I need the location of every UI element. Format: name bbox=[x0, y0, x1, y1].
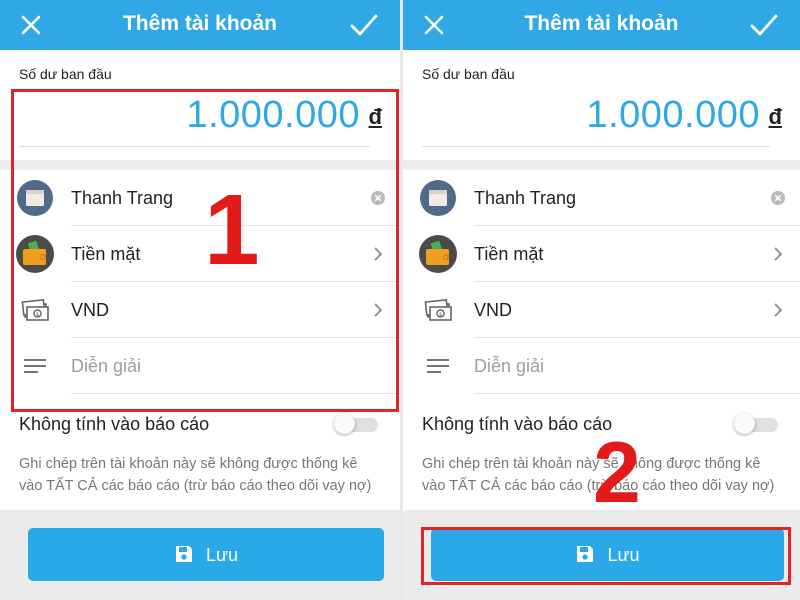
save-button[interactable]: Lưu bbox=[28, 528, 384, 581]
app-bar: Thêm tài khoản bbox=[0, 0, 400, 50]
svg-text:$: $ bbox=[439, 312, 443, 318]
confirm-check-icon[interactable] bbox=[750, 12, 778, 38]
row-divider bbox=[474, 393, 800, 394]
bottom-bar: Lưu bbox=[0, 510, 400, 600]
page-title: Thêm tài khoản bbox=[524, 12, 679, 35]
exclude-report-label: Không tính vào báo cáo bbox=[19, 414, 210, 434]
currency-icon: $ bbox=[424, 299, 452, 321]
toggle-knob bbox=[334, 413, 355, 434]
account-type-row[interactable]: Tiền mặt bbox=[403, 226, 800, 282]
currency-label: VND bbox=[474, 300, 513, 320]
exclude-report-note: Ghi chép trên tài khoản này sẽ không đượ… bbox=[19, 456, 372, 494]
notes-icon bbox=[427, 359, 449, 373]
chevron-right-icon bbox=[774, 247, 783, 261]
exclude-report-toggle[interactable] bbox=[334, 413, 380, 434]
account-type-label: Tiền mặt bbox=[474, 244, 544, 264]
save-button-label: Lưu bbox=[205, 545, 239, 565]
page-title: Thêm tài khoản bbox=[122, 12, 278, 35]
save-button-content: Lưu bbox=[28, 544, 384, 566]
initial-balance-label: Số dư ban đầu bbox=[422, 66, 515, 82]
initial-balance-label: Số dư ban đầu bbox=[19, 66, 112, 82]
app-bar: Thêm tài khoản bbox=[403, 0, 800, 50]
section-gap bbox=[403, 160, 800, 170]
exclude-report-label: Không tính vào báo cáo bbox=[422, 414, 613, 434]
confirm-check-icon[interactable] bbox=[350, 12, 378, 38]
screen-step-1: Thêm tài khoản Số dư ban đầu 1.000.000 đ… bbox=[0, 0, 400, 600]
step-number-1: 1 bbox=[204, 174, 260, 286]
currency-row[interactable]: $ VND bbox=[403, 282, 800, 338]
initial-balance-section: Số dư ban đầu 1.000.000 đ bbox=[403, 50, 800, 160]
screen-step-2: Thêm tài khoản Số dư ban đầu 1.000.000 đ… bbox=[403, 0, 800, 600]
step-number-2: 2 bbox=[593, 425, 641, 521]
chevron-right-icon bbox=[774, 303, 783, 317]
wallet-icon bbox=[419, 235, 457, 273]
account-icon bbox=[420, 180, 456, 216]
highlight-box-step-2 bbox=[421, 527, 791, 585]
description-row[interactable]: Diễn giải bbox=[403, 338, 800, 394]
account-name-input[interactable]: Thanh Trang bbox=[474, 188, 576, 209]
initial-balance-input[interactable]: 1.000.000 bbox=[586, 94, 760, 137]
exclude-report-toggle[interactable] bbox=[734, 413, 780, 434]
currency-symbol: đ bbox=[768, 104, 782, 129]
description-input[interactable]: Diễn giải bbox=[474, 356, 544, 377]
balance-underline bbox=[422, 146, 770, 147]
clear-text-icon[interactable] bbox=[770, 190, 786, 206]
save-icon bbox=[175, 546, 192, 562]
toggle-knob bbox=[734, 413, 755, 434]
account-details-list: Thanh Trang Tiền mặt $ VND Diễn giải bbox=[403, 170, 800, 394]
account-name-row[interactable]: Thanh Trang bbox=[403, 170, 800, 226]
